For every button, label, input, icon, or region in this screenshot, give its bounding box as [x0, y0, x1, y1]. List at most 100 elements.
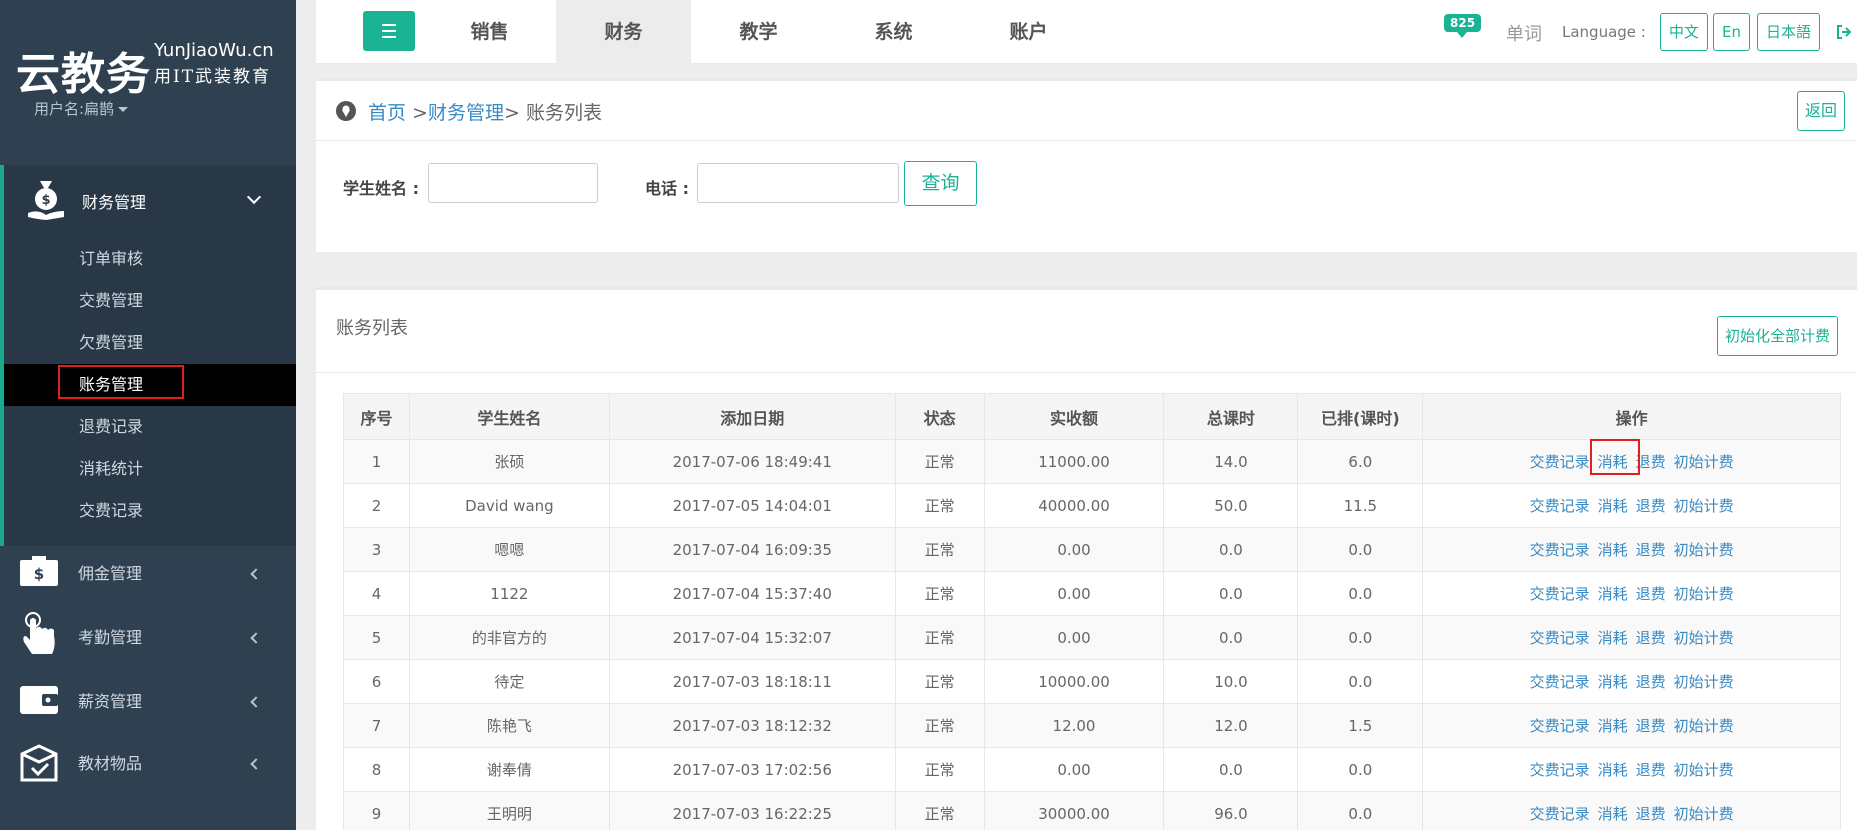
refund-link[interactable]: 退费 — [1636, 805, 1666, 823]
status: 正常 — [894, 703, 985, 748]
row-index: 3 — [343, 527, 410, 572]
refund-link[interactable]: 退费 — [1636, 453, 1666, 471]
payment-records-link[interactable]: 交费记录 — [1530, 497, 1590, 515]
lang-english-button[interactable]: En — [1713, 13, 1750, 51]
init-billing-link[interactable]: 初始计费 — [1674, 673, 1734, 691]
sidebar-subitem-order-review[interactable]: 订单审核 — [4, 238, 296, 280]
student-name: 王明明 — [408, 791, 610, 830]
refund-link[interactable]: 退费 — [1636, 717, 1666, 735]
consume-link[interactable]: 消耗 — [1598, 497, 1628, 515]
consume-link[interactable]: 消耗 — [1598, 629, 1628, 647]
payment-records-link[interactable]: 交费记录 — [1530, 673, 1590, 691]
consume-link[interactable]: 消耗 — [1598, 673, 1628, 691]
consume-link[interactable]: 消耗 — [1598, 541, 1628, 559]
highlight-box — [58, 365, 184, 399]
row-index: 5 — [343, 615, 410, 660]
student-name-label: 学生姓名 : — [343, 179, 419, 198]
brand-logo-text: 云教务 — [16, 49, 151, 100]
status: 正常 — [894, 615, 985, 660]
chevron-left-icon — [250, 632, 262, 644]
consume-link[interactable]: 消耗 — [1598, 805, 1628, 823]
consume-link[interactable]: 消耗 — [1598, 761, 1628, 779]
tab-system[interactable]: 系统 — [826, 0, 961, 64]
sidebar-item-salary[interactable]: 薪资管理 — [0, 668, 296, 730]
refund-link[interactable]: 退费 — [1636, 497, 1666, 515]
notification-badge[interactable]: 825 — [1444, 14, 1482, 32]
total-hours: 96.0 — [1163, 791, 1299, 830]
init-billing-link[interactable]: 初始计费 — [1674, 805, 1734, 823]
added-date: 2017-07-04 16:09:35 — [608, 527, 896, 572]
consume-link[interactable]: 消耗 — [1598, 585, 1628, 603]
init-billing-link[interactable]: 初始计费 — [1674, 761, 1734, 779]
tab-teaching[interactable]: 教学 — [691, 0, 826, 64]
sidebar-item-finance[interactable]: $ 财务管理 — [4, 165, 296, 233]
row-actions: 交费记录 消耗 退费 初始计费 — [1422, 791, 1841, 830]
refund-link[interactable]: 退费 — [1636, 629, 1666, 647]
init-billing-link[interactable]: 初始计费 — [1674, 629, 1734, 647]
refund-link[interactable]: 退费 — [1636, 585, 1666, 603]
row-index: 1 — [343, 439, 410, 484]
payment-records-link[interactable]: 交费记录 — [1530, 717, 1590, 735]
sidebar-item-commission[interactable]: $ 佣金管理 — [0, 540, 296, 602]
sidebar-item-attendance[interactable]: 考勤管理 — [0, 604, 296, 666]
refund-link[interactable]: 退费 — [1636, 541, 1666, 559]
init-billing-link[interactable]: 初始计费 — [1674, 717, 1734, 735]
payment-records-link[interactable]: 交费记录 — [1530, 761, 1590, 779]
tab-sales[interactable]: 销售 — [422, 0, 557, 64]
sidebar-subitem-arrears-mgmt[interactable]: 欠费管理 — [4, 322, 296, 364]
table-row: 7 陈艳飞 2017-07-03 18:12:32 正常 12.00 12.0 1.5 交费记… — [343, 703, 1841, 748]
row-index: 2 — [343, 483, 410, 528]
status: 正常 — [894, 791, 985, 830]
init-billing-link[interactable]: 初始计费 — [1674, 453, 1734, 471]
payment-records-link[interactable]: 交费记录 — [1530, 453, 1590, 471]
table-row: 5 的非官方的 2017-07-04 15:32:07 正常 0.00 0.0 0.0 交费记… — [343, 615, 1841, 660]
tab-account[interactable]: 账户 — [961, 0, 1096, 64]
payment-records-link[interactable]: 交费记录 — [1530, 541, 1590, 559]
column-header: 添加日期 — [608, 393, 896, 440]
breadcrumb-current: > 账务列表 — [504, 102, 602, 124]
table-row: 2 David wang 2017-07-05 14:04:01 正常 40000.00… — [343, 483, 1841, 528]
payment-records-link[interactable]: 交费记录 — [1530, 585, 1590, 603]
lang-japanese-button[interactable]: 日本語 — [1757, 13, 1821, 51]
total-hours: 0.0 — [1163, 615, 1299, 660]
tab-finance[interactable]: 财务 — [556, 0, 691, 64]
scheduled-hours: 0.0 — [1297, 659, 1424, 704]
brand-slogan: 用IT武装教育 — [154, 67, 272, 87]
student-name: 的非官方的 — [408, 615, 610, 660]
logout-icon[interactable] — [1836, 24, 1852, 40]
payment-records-link[interactable]: 交费记录 — [1530, 805, 1590, 823]
student-name-input[interactable] — [428, 163, 598, 203]
vocabulary-link[interactable]: 单词 — [1506, 20, 1542, 46]
account-list-panel: 账务列表 初始化全部计费 序号 学生姓名 添加日期 状态 实收额 总课时 已排(… — [316, 286, 1857, 830]
refund-link[interactable]: 退费 — [1636, 761, 1666, 779]
menu-toggle-button[interactable] — [363, 11, 415, 51]
query-button[interactable]: 查询 — [904, 161, 977, 206]
payment-records-link[interactable]: 交费记录 — [1530, 629, 1590, 647]
breadcrumb-sep: > — [406, 102, 428, 124]
sidebar-subitem-consumption-stats[interactable]: 消耗统计 — [4, 448, 296, 490]
sidebar-subitem-refund-records[interactable]: 退费记录 — [4, 406, 296, 448]
table-row: 6 待定 2017-07-03 18:18:11 正常 10000.00 10.0 0.0 交… — [343, 659, 1841, 704]
back-button[interactable]: 返回 — [1797, 91, 1846, 131]
phone-input[interactable] — [697, 163, 899, 203]
breadcrumb-finance[interactable]: 财务管理 — [428, 102, 504, 124]
added-date: 2017-07-04 15:37:40 — [608, 571, 896, 616]
init-billing-link[interactable]: 初始计费 — [1674, 497, 1734, 515]
student-name: 嗯嗯 — [408, 527, 610, 572]
init-all-billing-button[interactable]: 初始化全部计费 — [1717, 316, 1839, 356]
user-menu[interactable]: 用户名:扁鹊 — [34, 98, 129, 119]
amount-received: 11000.00 — [983, 439, 1165, 484]
consume-link[interactable]: 消耗 — [1598, 717, 1628, 735]
sidebar: 云教务 YunJiaoWu.cn 用IT武装教育 用户名:扁鹊 $ 财务管理 订… — [0, 0, 296, 830]
sidebar-subitem-payment-mgmt[interactable]: 交费管理 — [4, 280, 296, 322]
added-date: 2017-07-06 18:49:41 — [608, 439, 896, 484]
sidebar-item-materials[interactable]: 教材物品 — [0, 730, 296, 792]
init-billing-link[interactable]: 初始计费 — [1674, 541, 1734, 559]
divider — [316, 372, 1857, 373]
breadcrumb-home[interactable]: 首页 — [368, 102, 406, 124]
lang-chinese-button[interactable]: 中文 — [1660, 13, 1709, 51]
sidebar-subitem-payment-records[interactable]: 交费记录 — [4, 490, 296, 532]
refund-link[interactable]: 退费 — [1636, 673, 1666, 691]
sidebar-item-commission-label: 佣金管理 — [78, 564, 143, 583]
init-billing-link[interactable]: 初始计费 — [1674, 585, 1734, 603]
